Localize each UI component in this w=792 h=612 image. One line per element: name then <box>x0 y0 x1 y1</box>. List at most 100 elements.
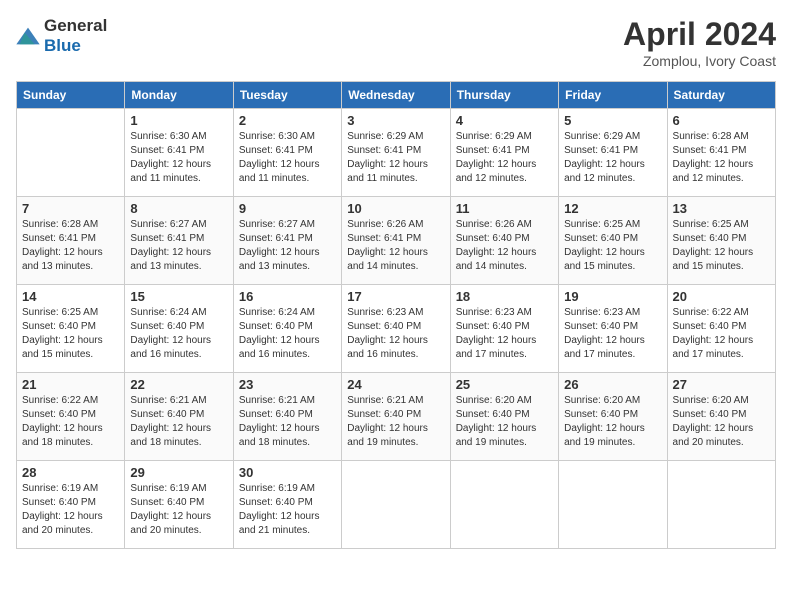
day-info: Sunrise: 6:20 AMSunset: 6:40 PMDaylight:… <box>456 394 553 450</box>
weekday-header-tuesday: Tuesday <box>233 82 341 109</box>
calendar-cell: 4Sunrise: 6:29 AMSunset: 6:41 PMDaylight… <box>450 109 558 197</box>
calendar-cell: 14Sunrise: 6:25 AMSunset: 6:40 PMDayligh… <box>17 285 125 373</box>
calendar-week-row: 28Sunrise: 6:19 AMSunset: 6:40 PMDayligh… <box>17 461 776 549</box>
day-info: Sunrise: 6:23 AMSunset: 6:40 PMDaylight:… <box>347 306 444 362</box>
day-number: 19 <box>564 289 661 304</box>
day-info: Sunrise: 6:27 AMSunset: 6:41 PMDaylight:… <box>130 218 227 274</box>
calendar-cell <box>667 461 775 549</box>
title-block: April 2024 Zomplou, Ivory Coast <box>623 16 776 69</box>
day-number: 27 <box>673 377 770 392</box>
calendar-week-row: 7 Sunrise: 6:28 AMSunset: 6:41 PMDaylight… <box>17 197 776 285</box>
calendar-cell: 11 Sunrise: 6:26 AMSunset: 6:40 PMDayligh… <box>450 197 558 285</box>
day-number: 18 <box>456 289 553 304</box>
weekday-header-thursday: Thursday <box>450 82 558 109</box>
day-number: 1 <box>130 113 227 128</box>
day-info: Sunrise: 6:19 AMSunset: 6:40 PMDaylight:… <box>239 482 336 538</box>
day-info: Sunrise: 6:28 AMSunset: 6:41 PMDaylight:… <box>673 130 770 186</box>
calendar-cell: 23 Sunrise: 6:21 AMSunset: 6:40 PMDayligh… <box>233 373 341 461</box>
calendar-cell: 26Sunrise: 6:20 AMSunset: 6:40 PMDayligh… <box>559 373 667 461</box>
generalblue-logo-icon <box>16 26 40 46</box>
day-number: 21 <box>22 377 119 392</box>
day-info: Sunrise: 6:23 AMSunset: 6:40 PMDaylight:… <box>564 306 661 362</box>
day-info: Sunrise: 6:28 AMSunset: 6:41 PMDaylight:… <box>22 218 119 274</box>
day-number: 2 <box>239 113 336 128</box>
calendar-cell: 30 Sunrise: 6:19 AMSunset: 6:40 PMDayligh… <box>233 461 341 549</box>
day-info: Sunrise: 6:30 AMSunset: 6:41 PMDaylight:… <box>130 130 227 186</box>
day-info: Sunrise: 6:24 AMSunset: 6:40 PMDaylight:… <box>239 306 336 362</box>
calendar-cell <box>559 461 667 549</box>
day-info: Sunrise: 6:30 AMSunset: 6:41 PMDaylight:… <box>239 130 336 186</box>
weekday-header-wednesday: Wednesday <box>342 82 450 109</box>
weekday-header-saturday: Saturday <box>667 82 775 109</box>
calendar-cell: 24 Sunrise: 6:21 AMSunset: 6:40 PMDayligh… <box>342 373 450 461</box>
page-header: General Blue April 2024 Zomplou, Ivory C… <box>16 16 776 69</box>
calendar-cell: 18 Sunrise: 6:23 AMSunset: 6:40 PMDayligh… <box>450 285 558 373</box>
calendar-cell: 17 Sunrise: 6:23 AMSunset: 6:40 PMDayligh… <box>342 285 450 373</box>
day-number: 13 <box>673 201 770 216</box>
location-title: Zomplou, Ivory Coast <box>623 53 776 69</box>
calendar-cell: 25 Sunrise: 6:20 AMSunset: 6:40 PMDayligh… <box>450 373 558 461</box>
calendar-week-row: 14Sunrise: 6:25 AMSunset: 6:40 PMDayligh… <box>17 285 776 373</box>
calendar-cell: 28Sunrise: 6:19 AMSunset: 6:40 PMDayligh… <box>17 461 125 549</box>
calendar-cell: 19 Sunrise: 6:23 AMSunset: 6:40 PMDayligh… <box>559 285 667 373</box>
day-info: Sunrise: 6:26 AMSunset: 6:40 PMDaylight:… <box>456 218 553 274</box>
calendar-cell: 29 Sunrise: 6:19 AMSunset: 6:40 PMDayligh… <box>125 461 233 549</box>
calendar-cell: 3 Sunrise: 6:29 AMSunset: 6:41 PMDaylight… <box>342 109 450 197</box>
calendar-week-row: 1 Sunrise: 6:30 AMSunset: 6:41 PMDaylight… <box>17 109 776 197</box>
calendar-cell: 27 Sunrise: 6:20 AMSunset: 6:40 PMDayligh… <box>667 373 775 461</box>
calendar-cell: 10Sunrise: 6:26 AMSunset: 6:41 PMDayligh… <box>342 197 450 285</box>
day-info: Sunrise: 6:25 AMSunset: 6:40 PMDaylight:… <box>564 218 661 274</box>
day-info: Sunrise: 6:21 AMSunset: 6:40 PMDaylight:… <box>347 394 444 450</box>
logo-general: General <box>44 16 107 35</box>
day-info: Sunrise: 6:23 AMSunset: 6:40 PMDaylight:… <box>456 306 553 362</box>
day-info: Sunrise: 6:29 AMSunset: 6:41 PMDaylight:… <box>456 130 553 186</box>
day-info: Sunrise: 6:20 AMSunset: 6:40 PMDaylight:… <box>564 394 661 450</box>
day-info: Sunrise: 6:22 AMSunset: 6:40 PMDaylight:… <box>22 394 119 450</box>
calendar-cell: 9 Sunrise: 6:27 AMSunset: 6:41 PMDaylight… <box>233 197 341 285</box>
day-number: 25 <box>456 377 553 392</box>
calendar-week-row: 21 Sunrise: 6:22 AMSunset: 6:40 PMDayligh… <box>17 373 776 461</box>
calendar-cell: 7 Sunrise: 6:28 AMSunset: 6:41 PMDaylight… <box>17 197 125 285</box>
calendar-cell: 6Sunrise: 6:28 AMSunset: 6:41 PMDaylight… <box>667 109 775 197</box>
weekday-header-friday: Friday <box>559 82 667 109</box>
day-number: 8 <box>130 201 227 216</box>
calendar-cell <box>342 461 450 549</box>
calendar-cell: 22Sunrise: 6:21 AMSunset: 6:40 PMDayligh… <box>125 373 233 461</box>
day-info: Sunrise: 6:19 AMSunset: 6:40 PMDaylight:… <box>130 482 227 538</box>
day-info: Sunrise: 6:27 AMSunset: 6:41 PMDaylight:… <box>239 218 336 274</box>
day-number: 30 <box>239 465 336 480</box>
weekday-header-monday: Monday <box>125 82 233 109</box>
day-info: Sunrise: 6:25 AMSunset: 6:40 PMDaylight:… <box>673 218 770 274</box>
day-info: Sunrise: 6:21 AMSunset: 6:40 PMDaylight:… <box>130 394 227 450</box>
day-number: 7 <box>22 201 119 216</box>
day-info: Sunrise: 6:19 AMSunset: 6:40 PMDaylight:… <box>22 482 119 538</box>
day-info: Sunrise: 6:29 AMSunset: 6:41 PMDaylight:… <box>347 130 444 186</box>
calendar-cell: 8 Sunrise: 6:27 AMSunset: 6:41 PMDaylight… <box>125 197 233 285</box>
day-info: Sunrise: 6:21 AMSunset: 6:40 PMDaylight:… <box>239 394 336 450</box>
day-number: 5 <box>564 113 661 128</box>
day-number: 23 <box>239 377 336 392</box>
day-number: 15 <box>130 289 227 304</box>
day-info: Sunrise: 6:29 AMSunset: 6:41 PMDaylight:… <box>564 130 661 186</box>
day-info: Sunrise: 6:26 AMSunset: 6:41 PMDaylight:… <box>347 218 444 274</box>
day-number: 3 <box>347 113 444 128</box>
calendar-cell: 13 Sunrise: 6:25 AMSunset: 6:40 PMDayligh… <box>667 197 775 285</box>
day-number: 9 <box>239 201 336 216</box>
calendar-cell: 1 Sunrise: 6:30 AMSunset: 6:41 PMDaylight… <box>125 109 233 197</box>
day-info: Sunrise: 6:20 AMSunset: 6:40 PMDaylight:… <box>673 394 770 450</box>
day-number: 20 <box>673 289 770 304</box>
logo: General Blue <box>16 16 107 56</box>
calendar-cell: 2 Sunrise: 6:30 AMSunset: 6:41 PMDaylight… <box>233 109 341 197</box>
day-info: Sunrise: 6:25 AMSunset: 6:40 PMDaylight:… <box>22 306 119 362</box>
calendar-cell: 16Sunrise: 6:24 AMSunset: 6:40 PMDayligh… <box>233 285 341 373</box>
day-number: 11 <box>456 201 553 216</box>
calendar-cell <box>17 109 125 197</box>
day-number: 24 <box>347 377 444 392</box>
calendar-table: SundayMondayTuesdayWednesdayThursdayFrid… <box>16 81 776 549</box>
month-title: April 2024 <box>623 16 776 53</box>
calendar-cell: 15Sunrise: 6:24 AMSunset: 6:40 PMDayligh… <box>125 285 233 373</box>
day-number: 17 <box>347 289 444 304</box>
calendar-cell: 21 Sunrise: 6:22 AMSunset: 6:40 PMDayligh… <box>17 373 125 461</box>
day-number: 29 <box>130 465 227 480</box>
day-number: 12 <box>564 201 661 216</box>
